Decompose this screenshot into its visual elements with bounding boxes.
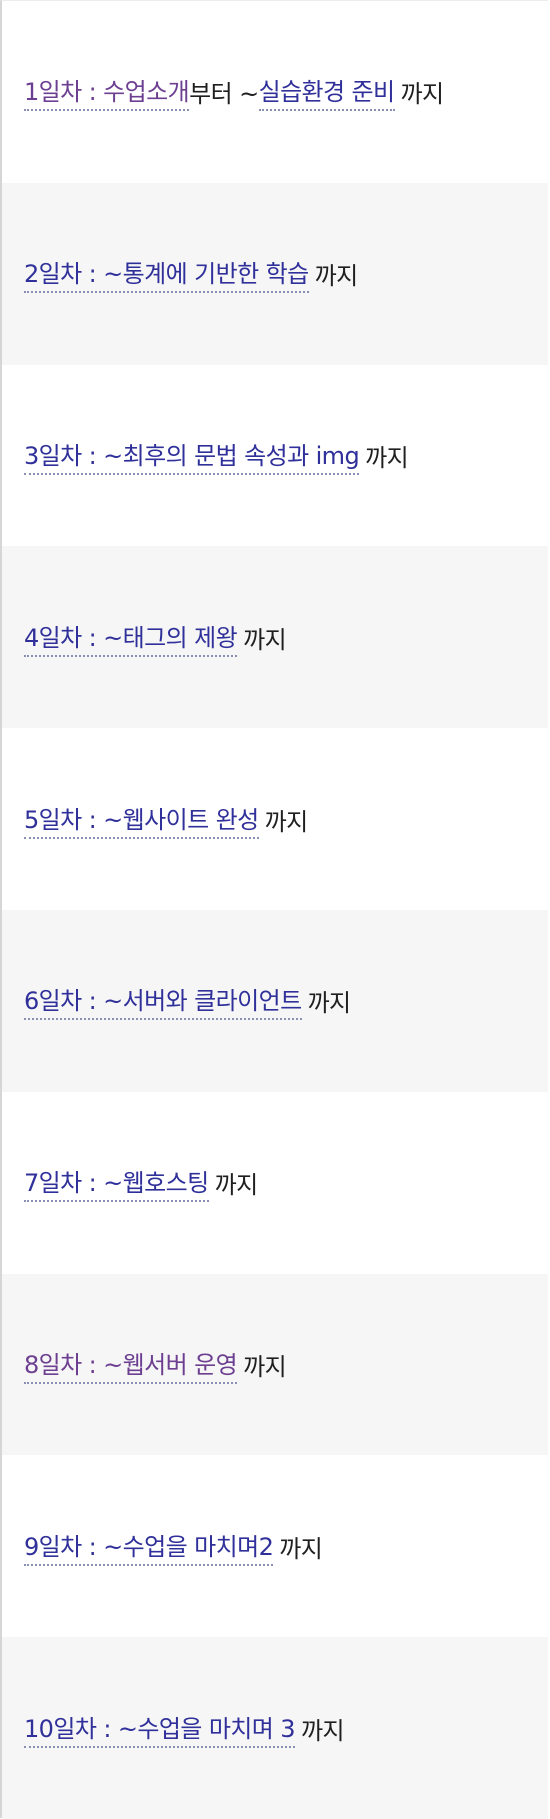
day-8-link[interactable]: 8일차 : ~웹서버 운영 — [24, 1345, 238, 1384]
list-item: 9일차 : ~수업을 마치며2 까지 — [2, 1455, 548, 1638]
day-3-link[interactable]: 3일차 : ~최후의 문법 속성과 img — [24, 436, 360, 475]
day-5-link[interactable]: 5일차 : ~웹사이트 완성 — [24, 800, 259, 839]
suffix-text: 까지 — [365, 443, 409, 472]
suffix-text: 까지 — [243, 1352, 287, 1381]
suffix-text: 까지 — [264, 807, 309, 836]
course-list: 1일차 : 수업소개 부터 ~ 실습환경 준비 까지 2일차 : ~통계에 기반한 … — [0, 0, 548, 1819]
day-7-link[interactable]: 7일차 : ~웹호스팅 — [24, 1163, 209, 1203]
day-4-link[interactable]: 4일차 : ~태그의 제왕 — [24, 618, 238, 657]
day-9-link[interactable]: 9일차 : ~수업을 마치며2 — [24, 1527, 274, 1566]
suffix-text: 까지 — [243, 625, 287, 654]
list-item: 10일차 : ~수업을 마치며 3 까지 — [2, 1637, 548, 1819]
setup-environment-link[interactable]: 실습환경 준비 — [258, 72, 395, 112]
day-1-link[interactable]: 1일차 : 수업소개 — [24, 72, 190, 112]
list-item: 5일차 : ~웹사이트 완성 까지 — [2, 728, 548, 910]
list-item: 7일차 : ~웹호스팅 까지 — [2, 1091, 548, 1274]
list-item: 8일차 : ~웹서버 운영 까지 — [2, 1273, 548, 1456]
day-6-link[interactable]: 6일차 : ~서버와 클라이언트 — [24, 981, 302, 1021]
list-item: 3일차 : ~최후의 문법 속성과 img 까지 — [2, 364, 548, 547]
suffix-text: 까지 — [314, 262, 359, 291]
suffix-text: 까지 — [279, 1534, 323, 1563]
day-2-link[interactable]: 2일차 : ~통계에 기반한 학습 — [24, 254, 309, 294]
suffix-text: 까지 — [214, 1171, 259, 1200]
range-connector: 부터 ~ — [189, 80, 259, 109]
suffix-text: 까지 — [300, 1716, 345, 1745]
day-10-link[interactable]: 10일차 : ~수업을 마치며 3 — [24, 1709, 296, 1748]
suffix-text: 까지 — [307, 989, 352, 1018]
list-item: 4일차 : ~태그의 제왕 까지 — [2, 546, 548, 729]
list-item: 2일차 : ~통계에 기반한 학습 까지 — [2, 182, 548, 365]
list-item: 1일차 : 수업소개 부터 ~ 실습환경 준비 까지 — [2, 1, 548, 183]
suffix-text: 까지 — [400, 80, 445, 109]
list-item: 6일차 : ~서버와 클라이언트 까지 — [2, 909, 548, 1092]
